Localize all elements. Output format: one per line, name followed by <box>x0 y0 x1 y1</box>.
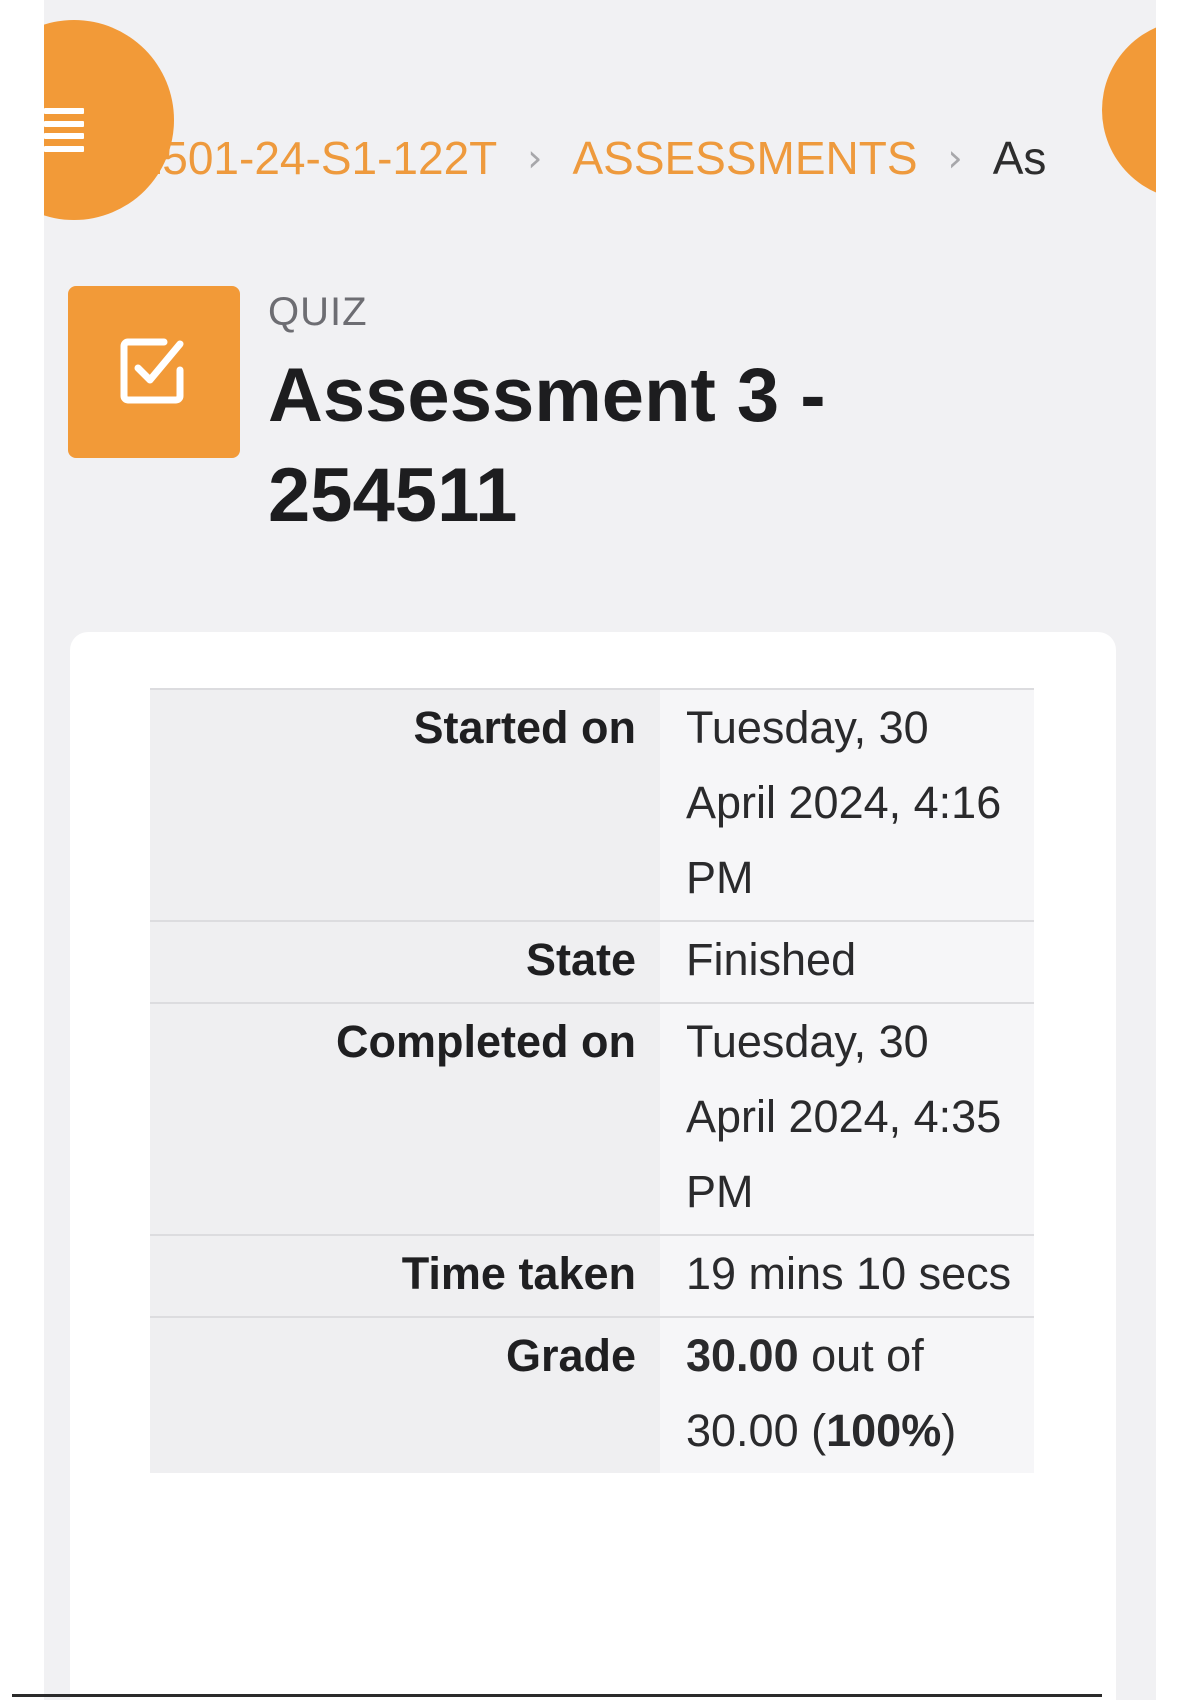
bottom-divider <box>12 1694 1102 1697</box>
menu-button[interactable] <box>44 20 174 220</box>
table-row: Time taken 19 mins 10 secs <box>150 1234 1034 1317</box>
row-label: Grade <box>150 1316 660 1473</box>
app-screen: P1501-24-S1-122T › ASSESSMENTS › As QUIZ… <box>44 0 1156 1700</box>
breadcrumb-item-assessments[interactable]: ASSESSMENTS <box>572 131 917 185</box>
grade-percent: 100% <box>826 1405 942 1456</box>
page-title: Assessment 3 - 254511 <box>268 353 826 538</box>
checkbox-edit-icon <box>120 338 184 404</box>
quiz-activity-icon <box>68 286 240 458</box>
activity-type-label: QUIZ <box>268 290 368 334</box>
drawer-toggle-button[interactable] <box>1102 20 1156 200</box>
grade-score: 30.00 <box>686 1330 799 1381</box>
row-value: Tuesday, 30 April 2024, 4:16 PM <box>660 688 1034 921</box>
attempt-summary-card: Started on Tuesday, 30 April 2024, 4:16 … <box>70 632 1116 1700</box>
row-label: State <box>150 920 660 1003</box>
grade-value: 30.00 out of 30.00 (100%) <box>660 1316 1034 1473</box>
chevron-right-icon: › <box>527 136 543 180</box>
attempt-summary-table: Started on Tuesday, 30 April 2024, 4:16 … <box>150 688 1034 1473</box>
row-label: Started on <box>150 688 660 921</box>
chevron-right-icon: › <box>947 136 963 180</box>
breadcrumb-item-current: As <box>992 132 1047 184</box>
row-value: Tuesday, 30 April 2024, 4:35 PM <box>660 1002 1034 1235</box>
row-value: 19 mins 10 secs <box>660 1234 1034 1317</box>
row-label: Completed on <box>150 1002 660 1235</box>
hamburger-menu-icon <box>44 108 84 152</box>
row-label: Time taken <box>150 1234 660 1317</box>
table-row: State Finished <box>150 920 1034 1003</box>
table-row: Completed on Tuesday, 30 April 2024, 4:3… <box>150 1002 1034 1235</box>
row-value: Finished <box>660 920 1034 1003</box>
table-row: Grade 30.00 out of 30.00 (100%) <box>150 1316 1034 1473</box>
table-row: Started on Tuesday, 30 April 2024, 4:16 … <box>150 688 1034 921</box>
grade-close: ) <box>941 1405 957 1456</box>
breadcrumb: P1501-24-S1-122T › ASSESSMENTS › As <box>106 128 1046 188</box>
